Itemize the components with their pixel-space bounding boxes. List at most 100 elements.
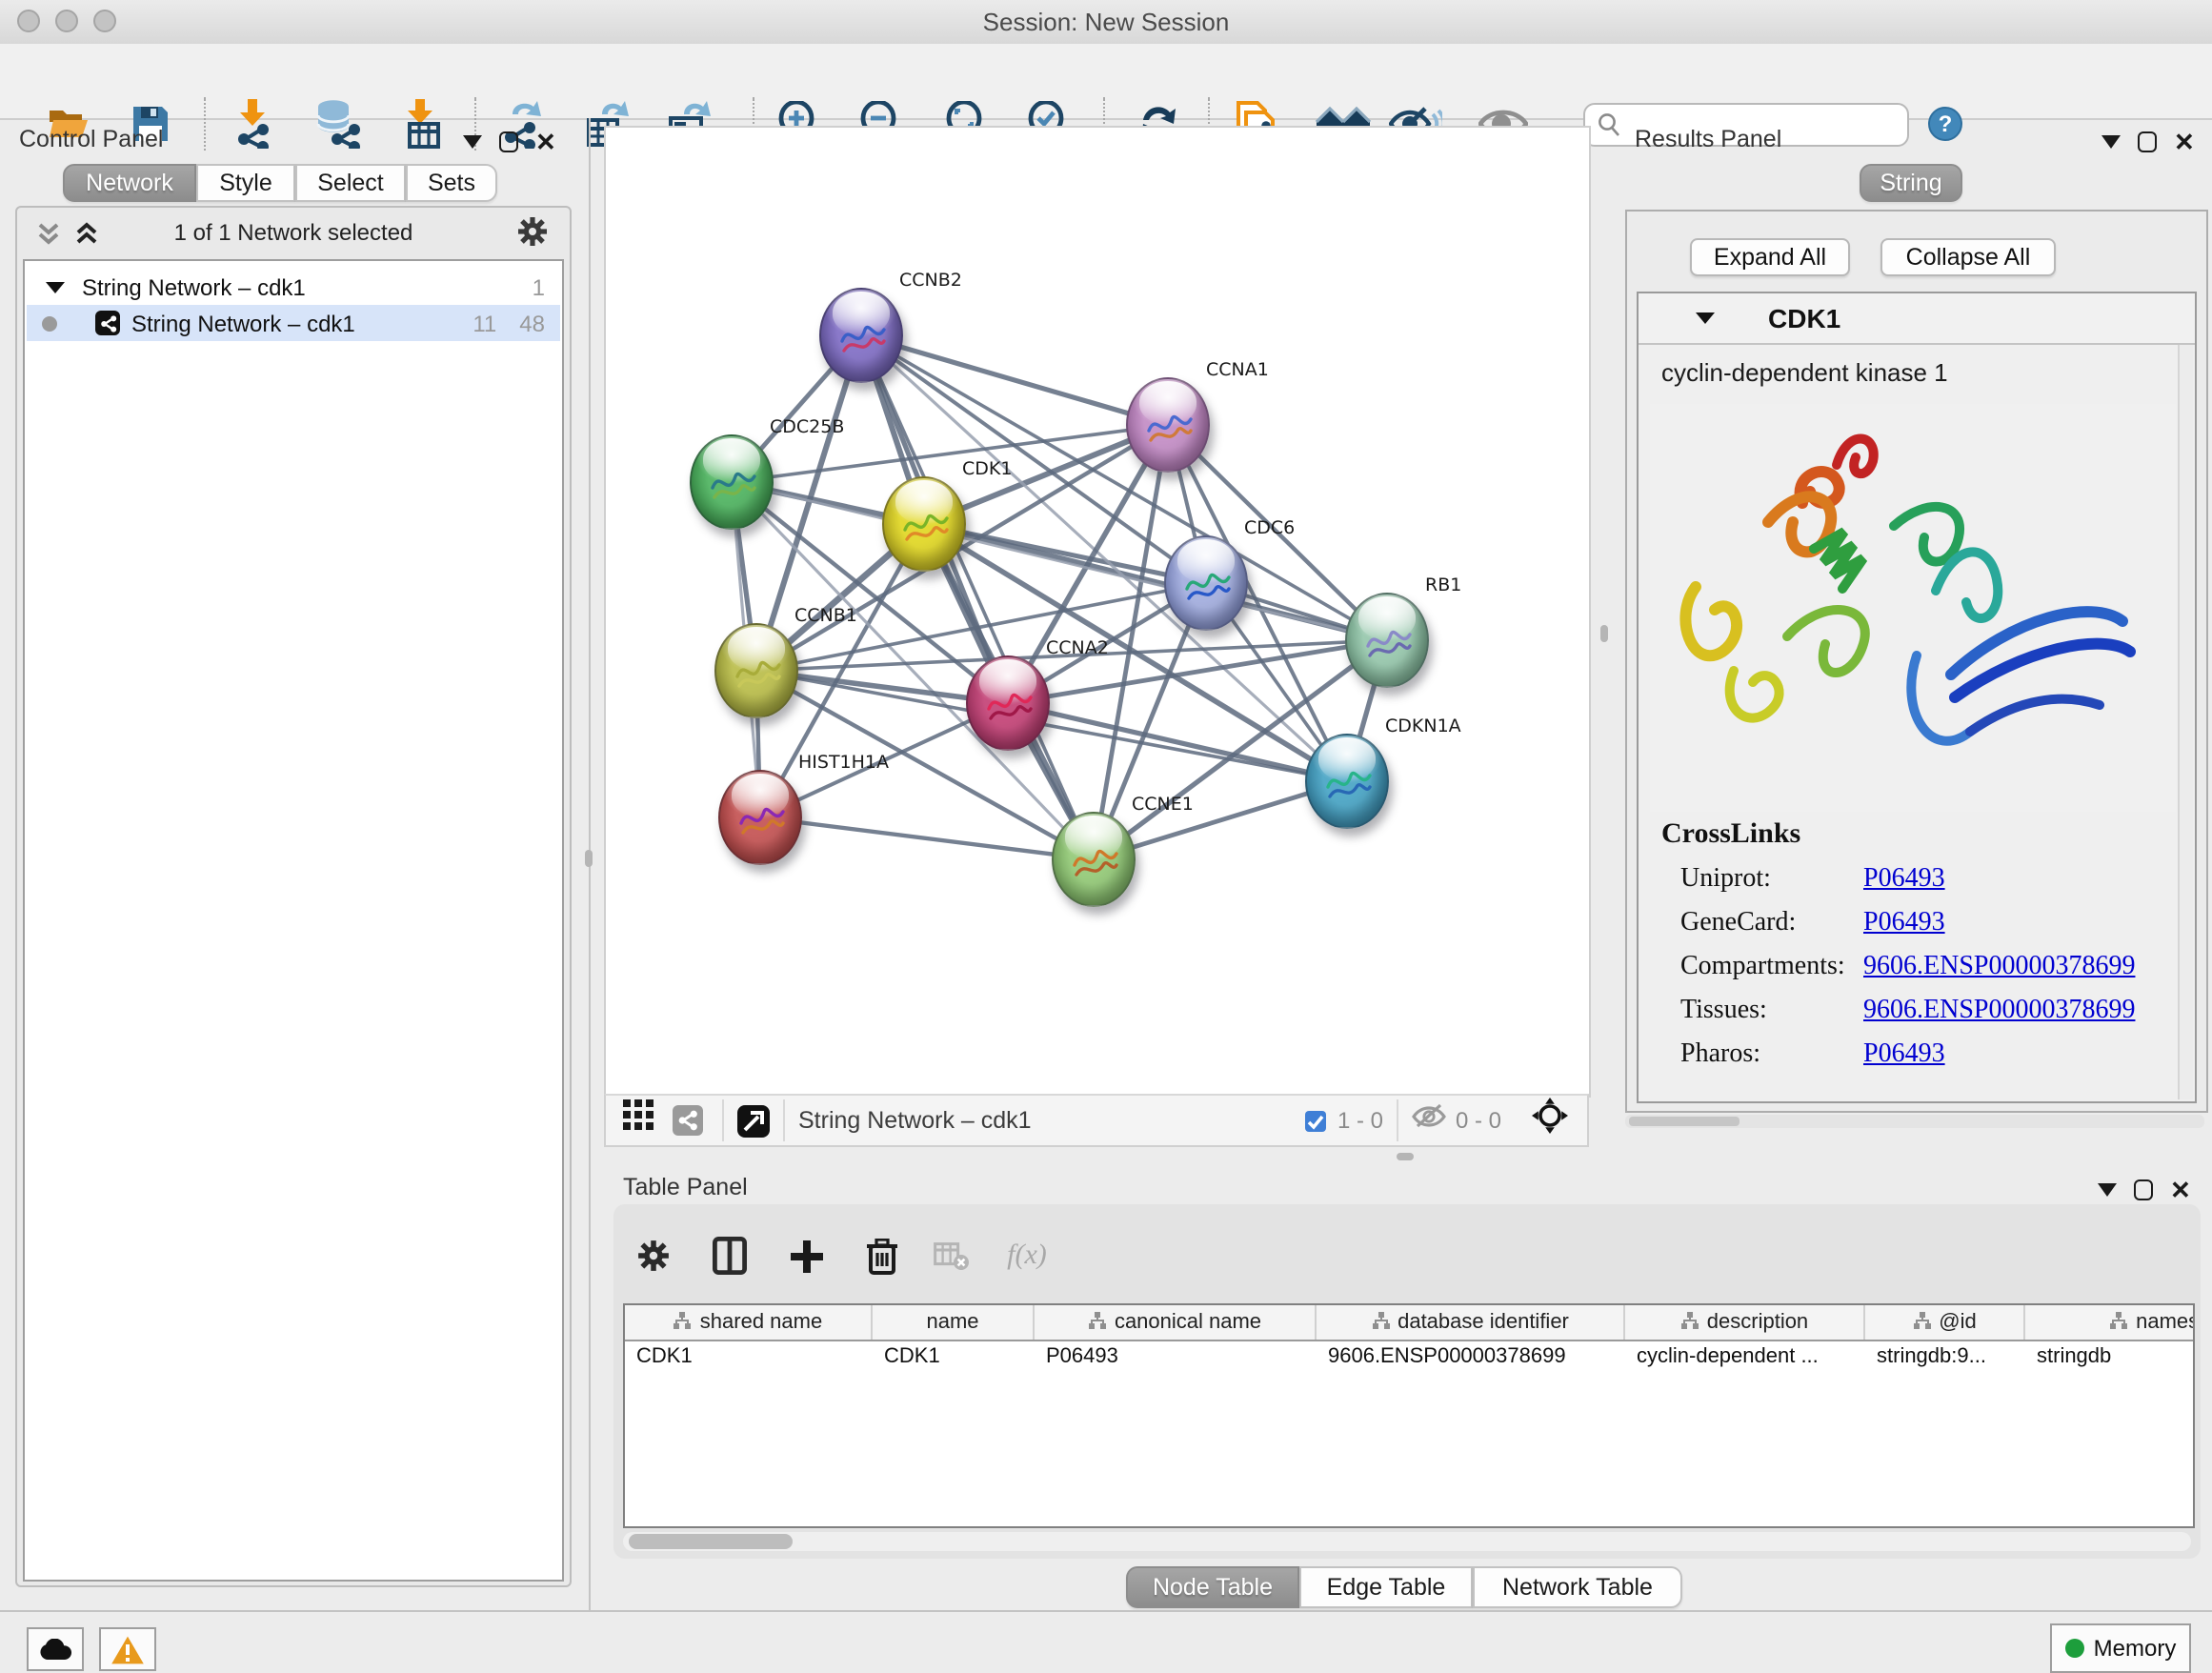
network-label: String Network – cdk1: [131, 310, 355, 336]
cloud-status-button[interactable]: [27, 1627, 84, 1671]
node-label-ccnb2: CCNB2: [899, 271, 962, 292]
control-panel-title: Control Panel: [19, 126, 164, 152]
warnings-button[interactable]: [99, 1627, 156, 1671]
table-horizontal-scrollbar[interactable]: [623, 1532, 2191, 1551]
float-panel-icon[interactable]: [2101, 135, 2121, 149]
float-panel-icon[interactable]: [2098, 1183, 2117, 1197]
tab-sets[interactable]: Sets: [406, 164, 497, 202]
table-cell[interactable]: stringdb: [2025, 1341, 2195, 1372]
table-panel-window-buttons: ✕: [2098, 1179, 2191, 1200]
results-vertical-scrollbar[interactable]: [2178, 345, 2193, 1099]
network-node-cdk1[interactable]: [882, 476, 966, 572]
node-label-cdc25b: CDC25B: [770, 417, 844, 438]
crosslink-link[interactable]: P06493: [1863, 909, 1945, 939]
table-cell[interactable]: 9606.ENSP00000378699: [1317, 1341, 1625, 1372]
network-view-icon[interactable]: [673, 1105, 703, 1136]
crosslink-link[interactable]: P06493: [1863, 865, 1945, 896]
table-cell[interactable]: P06493: [1035, 1341, 1317, 1372]
network-node-ccna1[interactable]: [1126, 377, 1210, 473]
column-header-name[interactable]: name: [873, 1305, 1035, 1340]
table-cell[interactable]: stringdb:9...: [1865, 1341, 2025, 1372]
show-columns-icon[interactable]: [705, 1231, 754, 1280]
divider-handle[interactable]: [1397, 1153, 1414, 1160]
network-status-dot: [42, 315, 57, 331]
network-row-selected[interactable]: String Network – cdk1 11 48: [27, 305, 560, 341]
result-card-header[interactable]: CDK1: [1639, 293, 2195, 345]
tab-network[interactable]: Network: [63, 164, 196, 202]
detach-view-icon[interactable]: [737, 1104, 770, 1137]
network-collection-row[interactable]: String Network – cdk1 1: [27, 269, 560, 305]
crosslink-row: Compartments:9606.ENSP00000378699: [1680, 953, 1845, 983]
crosslink-link[interactable]: P06493: [1863, 1040, 1945, 1071]
network-node-hist1h1a[interactable]: [718, 770, 802, 865]
maximize-panel-icon[interactable]: [2134, 1179, 2153, 1200]
network-node-ccnb2[interactable]: [819, 288, 903, 383]
import-table-from-file-button[interactable]: [391, 95, 455, 152]
network-selection-status: 1 of 1 Network selected: [17, 219, 570, 246]
import-network-from-database-button[interactable]: [305, 95, 370, 152]
navigator-crosshair-icon[interactable]: [1532, 1098, 1568, 1143]
scrollbar-thumb[interactable]: [1629, 1117, 1739, 1126]
delete-column-icon[interactable]: [857, 1231, 907, 1280]
network-node-cdc6[interactable]: [1164, 535, 1248, 631]
collapse-all-button[interactable]: Collapse All: [1880, 238, 2056, 276]
maximize-panel-icon[interactable]: [499, 131, 518, 152]
tab-edge-table[interactable]: Edge Table: [1299, 1566, 1473, 1608]
node-label-ccnb1: CCNB1: [794, 606, 857, 627]
column-header-description[interactable]: description: [1625, 1305, 1865, 1340]
close-panel-icon[interactable]: ✕: [535, 131, 556, 152]
memory-button[interactable]: Memory: [2050, 1623, 2191, 1673]
network-node-ccne1[interactable]: [1052, 812, 1136, 907]
network-node-ccna2[interactable]: [966, 655, 1050, 751]
import-network-from-file-button[interactable]: [221, 95, 286, 152]
network-options-gear-icon[interactable]: [516, 215, 549, 257]
expand-all-button[interactable]: Expand All: [1690, 238, 1850, 276]
divider-handle[interactable]: [1600, 625, 1608, 642]
crosslink-link[interactable]: 9606.ENSP00000378699: [1863, 953, 2135, 983]
tab-string[interactable]: String: [1860, 164, 1962, 202]
close-panel-icon[interactable]: ✕: [2170, 1179, 2191, 1200]
column-header-namespace[interactable]: namespace: [2025, 1305, 2195, 1340]
table-options-gear-icon[interactable]: [629, 1231, 678, 1280]
title-bar: Session: New Session: [0, 0, 2212, 46]
column-type-icon: [1371, 1310, 1390, 1335]
node-label-cdk1: CDK1: [962, 459, 1012, 480]
column-header-database-identifier[interactable]: database identifier: [1317, 1305, 1625, 1340]
crosslink-row: Tissues:9606.ENSP00000378699: [1680, 997, 1767, 1027]
column-header-shared-name[interactable]: shared name: [625, 1305, 873, 1340]
tab-select[interactable]: Select: [295, 164, 406, 202]
float-panel-icon[interactable]: [463, 135, 482, 149]
tab-network-table[interactable]: Network Table: [1473, 1566, 1682, 1608]
column-header--id[interactable]: @id: [1865, 1305, 2025, 1340]
tab-node-table[interactable]: Node Table: [1126, 1566, 1299, 1608]
crosslink-link[interactable]: 9606.ENSP00000378699: [1863, 997, 2135, 1027]
table-cell[interactable]: CDK1: [625, 1341, 873, 1372]
crosslink-label: GeneCard:: [1680, 909, 1796, 937]
network-canvas[interactable]: CCNB2CCNA1CDC25BCDK1CDC6RB1CCNB1CCNA2CDK…: [604, 126, 1591, 1098]
table-cell[interactable]: CDK1: [873, 1341, 1035, 1372]
create-column-icon[interactable]: [781, 1231, 831, 1280]
results-horizontal-scrollbar[interactable]: [1625, 1115, 2204, 1128]
selection-checkbox[interactable]: [1305, 1110, 1326, 1131]
crosslink-label: Pharos:: [1680, 1040, 1760, 1069]
network-node-ccnb1[interactable]: [714, 623, 798, 718]
network-node-cdc25b[interactable]: [690, 434, 774, 530]
column-type-icon: [674, 1310, 693, 1335]
grid-view-icon[interactable]: [623, 1099, 655, 1141]
close-panel-icon[interactable]: ✕: [2174, 131, 2195, 152]
collection-expander-icon[interactable]: [46, 281, 65, 292]
column-header-canonical-name[interactable]: canonical name: [1035, 1305, 1317, 1340]
network-node-count: 11: [473, 310, 496, 336]
scrollbar-thumb[interactable]: [629, 1534, 793, 1549]
help-button[interactable]: ?: [1928, 107, 1962, 141]
network-node-rb1[interactable]: [1345, 593, 1429, 688]
maximize-panel-icon[interactable]: [2138, 131, 2157, 152]
node-label-cdc6: CDC6: [1244, 518, 1295, 539]
tab-style[interactable]: Style: [196, 164, 295, 202]
divider-handle[interactable]: [585, 850, 593, 867]
collapse-entry-icon[interactable]: [1696, 312, 1715, 324]
collection-count: 1: [533, 273, 545, 300]
network-node-cdkn1a[interactable]: [1305, 734, 1389, 829]
column-type-icon: [1912, 1310, 1931, 1335]
table-cell[interactable]: cyclin-dependent ...: [1625, 1341, 1865, 1372]
